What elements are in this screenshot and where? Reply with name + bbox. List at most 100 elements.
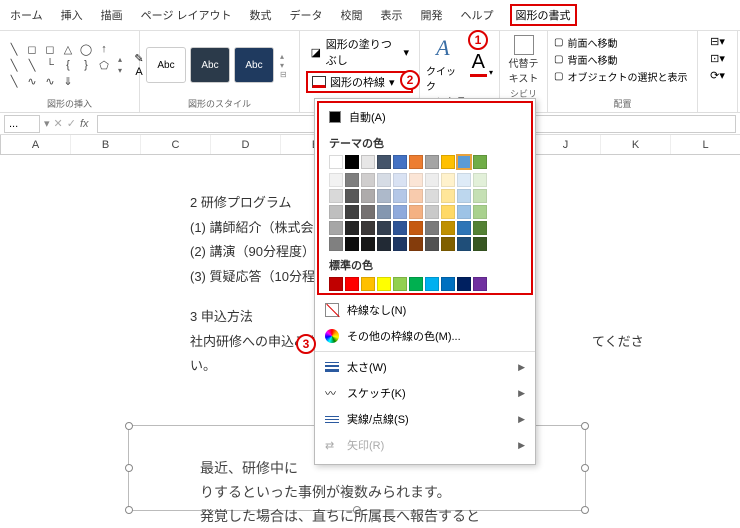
- text-fill-button[interactable]: A: [470, 51, 487, 77]
- standard-color-swatch[interactable]: [457, 277, 471, 291]
- tab-view[interactable]: 表示: [379, 5, 405, 25]
- theme-color-swatch[interactable]: [425, 155, 439, 169]
- shade-color-swatch[interactable]: [409, 189, 423, 203]
- col-B[interactable]: B: [71, 135, 141, 154]
- send-backward-button[interactable]: ▢背面へ移動: [554, 52, 691, 67]
- tab-formulas[interactable]: 数式: [248, 5, 274, 25]
- shade-color-swatch[interactable]: [377, 173, 391, 187]
- confirm-icon[interactable]: ✓: [67, 117, 76, 130]
- theme-color-swatch[interactable]: [361, 155, 375, 169]
- shade-color-swatch[interactable]: [457, 221, 471, 235]
- shape-outline-button[interactable]: 図形の枠線 ▾: [306, 71, 413, 93]
- shade-color-swatch[interactable]: [361, 205, 375, 219]
- shape-style-more[interactable]: ▴▾⊟: [280, 52, 287, 79]
- theme-color-swatch[interactable]: [441, 155, 455, 169]
- shade-color-swatch[interactable]: [329, 173, 343, 187]
- shade-color-swatch[interactable]: [345, 205, 359, 219]
- shade-color-swatch[interactable]: [473, 189, 487, 203]
- shade-color-swatch[interactable]: [345, 237, 359, 251]
- selection-pane-button[interactable]: ▢オブジェクトの選択と表示: [554, 69, 691, 84]
- shade-color-swatch[interactable]: [457, 189, 471, 203]
- shade-color-swatch[interactable]: [441, 205, 455, 219]
- rotate-button[interactable]: ⟳▾: [710, 69, 725, 82]
- tab-draw[interactable]: 描画: [99, 5, 125, 25]
- alt-text-button[interactable]: 代替テ キスト: [509, 35, 539, 85]
- shade-color-swatch[interactable]: [425, 205, 439, 219]
- more-outline-colors[interactable]: その他の枠線の色(M)...: [315, 323, 535, 349]
- shape-fill-button[interactable]: ◪ 図形の塗りつぶし ▾: [306, 35, 413, 69]
- col-D[interactable]: D: [211, 135, 281, 154]
- shape-style-2[interactable]: Abc: [190, 47, 230, 83]
- shade-color-swatch[interactable]: [377, 237, 391, 251]
- shade-color-swatch[interactable]: [425, 189, 439, 203]
- shapes-more[interactable]: ▴▾: [118, 55, 122, 75]
- shade-color-swatch[interactable]: [441, 237, 455, 251]
- quick-styles-button[interactable]: A クイック: [426, 35, 460, 93]
- name-box[interactable]: ...: [4, 115, 40, 133]
- shape-style-3[interactable]: Abc: [234, 47, 274, 83]
- resize-handle[interactable]: [581, 506, 589, 514]
- standard-color-swatch[interactable]: [473, 277, 487, 291]
- shade-color-swatch[interactable]: [361, 237, 375, 251]
- shade-color-swatch[interactable]: [329, 205, 343, 219]
- shade-color-swatch[interactable]: [377, 205, 391, 219]
- tab-pagelayout[interactable]: ページ レイアウト: [139, 5, 234, 25]
- shade-color-swatch[interactable]: [361, 221, 375, 235]
- shade-color-swatch[interactable]: [329, 237, 343, 251]
- shape-style-gallery[interactable]: Abc Abc Abc: [146, 47, 274, 83]
- chevron-down-icon[interactable]: ▾: [44, 117, 50, 130]
- shade-color-swatch[interactable]: [393, 221, 407, 235]
- shade-color-swatch[interactable]: [377, 189, 391, 203]
- shade-color-swatch[interactable]: [473, 237, 487, 251]
- shade-color-swatch[interactable]: [425, 221, 439, 235]
- tab-help[interactable]: ヘルプ: [459, 5, 496, 25]
- tab-developer[interactable]: 開発: [419, 5, 445, 25]
- shade-color-swatch[interactable]: [473, 221, 487, 235]
- shade-color-swatch[interactable]: [409, 205, 423, 219]
- standard-color-swatch[interactable]: [441, 277, 455, 291]
- tab-insert[interactable]: 挿入: [59, 5, 85, 25]
- shade-color-swatch[interactable]: [345, 173, 359, 187]
- tab-home[interactable]: ホーム: [8, 5, 45, 25]
- standard-color-swatch[interactable]: [393, 277, 407, 291]
- standard-color-swatch[interactable]: [329, 277, 343, 291]
- standard-color-swatch[interactable]: [377, 277, 391, 291]
- tab-shape-format[interactable]: 図形の書式: [510, 4, 577, 26]
- shade-color-swatch[interactable]: [441, 221, 455, 235]
- standard-color-swatch[interactable]: [409, 277, 423, 291]
- theme-color-swatch[interactable]: [473, 155, 487, 169]
- outline-auto[interactable]: 自動(A): [319, 103, 531, 131]
- cancel-icon[interactable]: ✕: [54, 117, 63, 130]
- col-C[interactable]: C: [141, 135, 211, 154]
- shade-color-swatch[interactable]: [441, 173, 455, 187]
- col-J[interactable]: J: [531, 135, 601, 154]
- theme-color-swatch[interactable]: [409, 155, 423, 169]
- theme-color-swatch[interactable]: [377, 155, 391, 169]
- shade-color-swatch[interactable]: [441, 189, 455, 203]
- shade-color-swatch[interactable]: [361, 173, 375, 187]
- standard-color-swatch[interactable]: [345, 277, 359, 291]
- shade-color-swatch[interactable]: [409, 173, 423, 187]
- align-button[interactable]: ⊟▾: [710, 35, 725, 48]
- resize-handle[interactable]: [125, 464, 133, 472]
- shade-color-swatch[interactable]: [329, 189, 343, 203]
- outline-sketch[interactable]: 〰 スケッチ(K)▶: [315, 380, 535, 406]
- resize-handle[interactable]: [581, 464, 589, 472]
- shade-color-swatch[interactable]: [345, 221, 359, 235]
- standard-color-swatch[interactable]: [361, 277, 375, 291]
- shade-color-swatch[interactable]: [393, 189, 407, 203]
- col-K[interactable]: K: [601, 135, 671, 154]
- shade-color-swatch[interactable]: [377, 221, 391, 235]
- shade-color-swatch[interactable]: [393, 173, 407, 187]
- shade-color-swatch[interactable]: [473, 205, 487, 219]
- outline-weight[interactable]: 太さ(W)▶: [315, 354, 535, 380]
- shade-color-swatch[interactable]: [409, 221, 423, 235]
- theme-color-swatch[interactable]: [345, 155, 359, 169]
- shade-color-swatch[interactable]: [473, 173, 487, 187]
- shapes-gallery[interactable]: ╲◻◻△◯↑ ╲╲└{}⬠ ╲∿∿⇓: [6, 42, 112, 88]
- fx-icon[interactable]: fx: [80, 118, 89, 130]
- shade-color-swatch[interactable]: [425, 173, 439, 187]
- outline-dashes[interactable]: 実線/点線(S)▶: [315, 406, 535, 432]
- shade-color-swatch[interactable]: [393, 237, 407, 251]
- tab-data[interactable]: データ: [288, 5, 325, 25]
